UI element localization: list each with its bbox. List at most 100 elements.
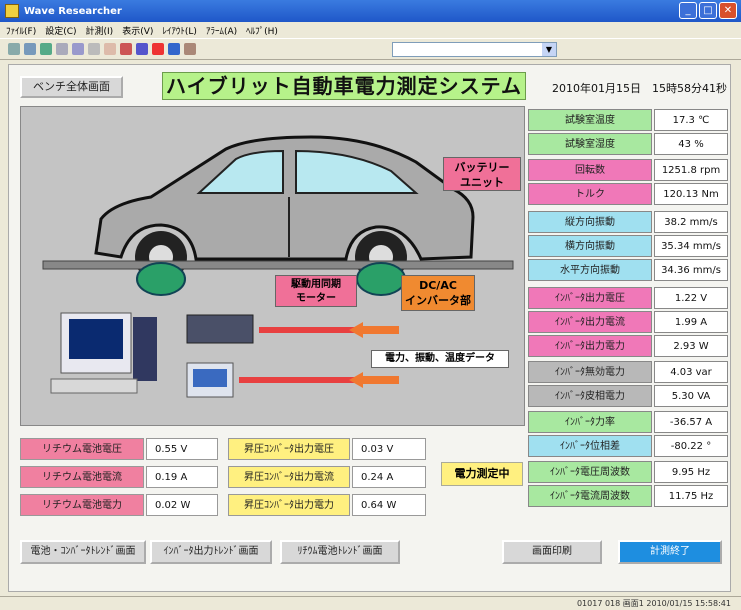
reading-row: ｲﾝﾊﾞｰﾀ電圧周波数 9.95 Hz <box>528 461 728 483</box>
reading-label: ｲﾝﾊﾞｰﾀ無効電力 <box>528 361 652 383</box>
drive-motor-label: 駆動用同期 モーター <box>275 275 357 307</box>
stop-icon[interactable] <box>152 43 164 55</box>
reading-value: -80.22 ° <box>654 435 728 457</box>
inverter-trend-button[interactable]: ｲﾝﾊﾞｰﾀ出力ﾄﾚﾝﾄﾞ画面 <box>150 540 272 564</box>
battery-row: リチウム電池電圧 0.55 V <box>20 438 218 460</box>
print-icon[interactable] <box>56 43 68 55</box>
booster-value: 0.64 W <box>352 494 426 516</box>
keyboard-icon <box>50 378 138 394</box>
reading-value: 5.30 VA <box>654 385 728 407</box>
reading-label: ｲﾝﾊﾞｰﾀ出力電圧 <box>528 287 652 309</box>
toolbar: ▼ <box>0 38 741 60</box>
reading-row: 試験室湿度 43 % <box>528 133 728 155</box>
reading-value: 4.03 var <box>654 361 728 383</box>
reading-value: 43 % <box>654 133 728 155</box>
booster-row: 昇圧ｺﾝﾊﾞｰﾀ出力電流 0.24 A <box>228 466 426 488</box>
play-icon[interactable] <box>136 43 148 55</box>
menu-file[interactable]: ﾌｧｲﾙ(F) <box>6 24 36 37</box>
close-button[interactable]: ✕ <box>719 2 737 19</box>
reading-value: 38.2 mm/s <box>654 211 728 233</box>
datetime-display: 2010年01月15日 15時58分41秒 <box>552 82 727 95</box>
app-icon <box>5 4 19 18</box>
lithium-trend-button[interactable]: ﾘﾁｳﾑ電池ﾄﾚﾝﾄﾞ画面 <box>280 540 400 564</box>
reading-row: ｲﾝﾊﾞｰﾀ出力電力 2.93 W <box>528 335 728 357</box>
print-screen-button[interactable]: 画面印刷 <box>502 540 602 564</box>
reading-row: 縦方向振動 38.2 mm/s <box>528 211 728 233</box>
reading-row: ｲﾝﾊﾞｰﾀ皮相電力 5.30 VA <box>528 385 728 407</box>
reading-value: 1.99 A <box>654 311 728 333</box>
reading-value: -36.57 A <box>654 411 728 433</box>
title-bar[interactable]: Wave Researcher _ □ ✕ <box>0 0 741 22</box>
reading-row: ｲﾝﾊﾞｰﾀ出力電流 1.99 A <box>528 311 728 333</box>
paste-icon[interactable] <box>104 43 116 55</box>
menu-measure[interactable]: 計測(I) <box>86 24 114 37</box>
reading-row: ｲﾝﾊﾞｰﾀ電流周波数 11.75 Hz <box>528 485 728 507</box>
reading-row: 水平方向振動 34.36 mm/s <box>528 259 728 281</box>
pc-tower-icon <box>133 317 157 381</box>
status-bar: 01017 018 画面1 2010/01/15 15:58:41 <box>0 596 741 610</box>
reading-value: 34.36 mm/s <box>654 259 728 281</box>
reading-label: 横方向振動 <box>528 235 652 257</box>
reading-row: トルク 120.13 Nm <box>528 183 728 205</box>
battery-value: 0.19 A <box>146 466 218 488</box>
open-icon[interactable] <box>24 43 36 55</box>
settings-icon[interactable] <box>184 43 196 55</box>
maximize-button[interactable]: □ <box>699 2 717 19</box>
battery-label: リチウム電池電力 <box>20 494 144 516</box>
reading-value: 1.22 V <box>654 287 728 309</box>
record-icon[interactable] <box>120 43 132 55</box>
battery-row: リチウム電池電力 0.02 W <box>20 494 218 516</box>
battery-value: 0.55 V <box>146 438 218 460</box>
reading-value: 35.34 mm/s <box>654 235 728 257</box>
copy-icon[interactable] <box>88 43 100 55</box>
screen-select[interactable]: ▼ <box>392 42 557 57</box>
reading-value: 2.93 W <box>654 335 728 357</box>
reading-row: 試験室温度 17.3 ℃ <box>528 109 728 131</box>
booster-label: 昇圧ｺﾝﾊﾞｰﾀ出力電力 <box>228 494 350 516</box>
booster-label: 昇圧ｺﾝﾊﾞｰﾀ出力電流 <box>228 466 350 488</box>
menu-alarm[interactable]: ｱﾗｰﾑ(A) <box>206 24 237 37</box>
reading-row: 横方向振動 35.34 mm/s <box>528 235 728 257</box>
reading-label: ｲﾝﾊﾞｰﾀ出力電力 <box>528 335 652 357</box>
minimize-button[interactable]: _ <box>679 2 697 19</box>
chevron-down-icon[interactable]: ▼ <box>542 43 556 56</box>
menu-bar: ﾌｧｲﾙ(F) 設定(C) 計測(I) 表示(V) ﾚｲｱｳﾄ(L) ｱﾗｰﾑ(… <box>0 22 741 38</box>
reading-value: 9.95 Hz <box>654 461 728 483</box>
bench-overview-button[interactable]: ベンチ全体画面 <box>20 76 123 98</box>
power-meter-display <box>193 369 227 387</box>
reading-label: ｲﾝﾊﾞｰﾀ位相差 <box>528 435 652 457</box>
reading-label: ｲﾝﾊﾞｰﾀ皮相電力 <box>528 385 652 407</box>
battery-row: リチウム電池電流 0.19 A <box>20 466 218 488</box>
rear-roller <box>356 262 406 296</box>
reading-label: ｲﾝﾊﾞｰﾀ出力電流 <box>528 311 652 333</box>
menu-help[interactable]: ﾍﾙﾌﾟ(H) <box>246 24 278 37</box>
battery-trend-button[interactable]: 電池・ｺﾝﾊﾞｰﾀﾄﾚﾝﾄﾞ画面 <box>20 540 146 564</box>
pc-screen <box>69 319 123 359</box>
menu-view[interactable]: 表示(V) <box>122 24 153 37</box>
reading-row: ｲﾝﾊﾞｰﾀ力率 -36.57 A <box>528 411 728 433</box>
reading-label: ｲﾝﾊﾞｰﾀ電圧周波数 <box>528 461 652 483</box>
menu-settings[interactable]: 設定(C) <box>45 24 76 37</box>
reading-row: ｲﾝﾊﾞｰﾀ位相差 -80.22 ° <box>528 435 728 457</box>
test-bench-rail <box>42 260 514 270</box>
arrow-lower-icon <box>349 372 399 388</box>
reading-label: 水平方向振動 <box>528 259 652 281</box>
reading-row: ｲﾝﾊﾞｰﾀ出力電圧 1.22 V <box>528 287 728 309</box>
battery-value: 0.02 W <box>146 494 218 516</box>
window-title: Wave Researcher <box>24 5 122 17</box>
application-window: Wave Researcher _ □ ✕ ﾌｧｲﾙ(F) 設定(C) 計測(I… <box>0 0 741 610</box>
reading-row: 回転数 1251.8 rpm <box>528 159 728 181</box>
reading-label: トルク <box>528 183 652 205</box>
save-icon[interactable] <box>40 43 52 55</box>
chart-icon[interactable] <box>168 43 180 55</box>
menu-layout[interactable]: ﾚｲｱｳﾄ(L) <box>162 24 197 37</box>
cut-icon[interactable] <box>72 43 84 55</box>
logger-device-icon <box>186 314 254 344</box>
battery-unit-label: バッテリー ユニット <box>443 157 521 191</box>
reading-value: 17.3 ℃ <box>654 109 728 131</box>
booster-value: 0.03 V <box>352 438 426 460</box>
booster-label: 昇圧ｺﾝﾊﾞｰﾀ出力電圧 <box>228 438 350 460</box>
status-badge: 電力測定中 <box>441 462 523 486</box>
new-icon[interactable] <box>8 43 20 55</box>
stop-measure-button[interactable]: 計測終了 <box>618 540 722 564</box>
